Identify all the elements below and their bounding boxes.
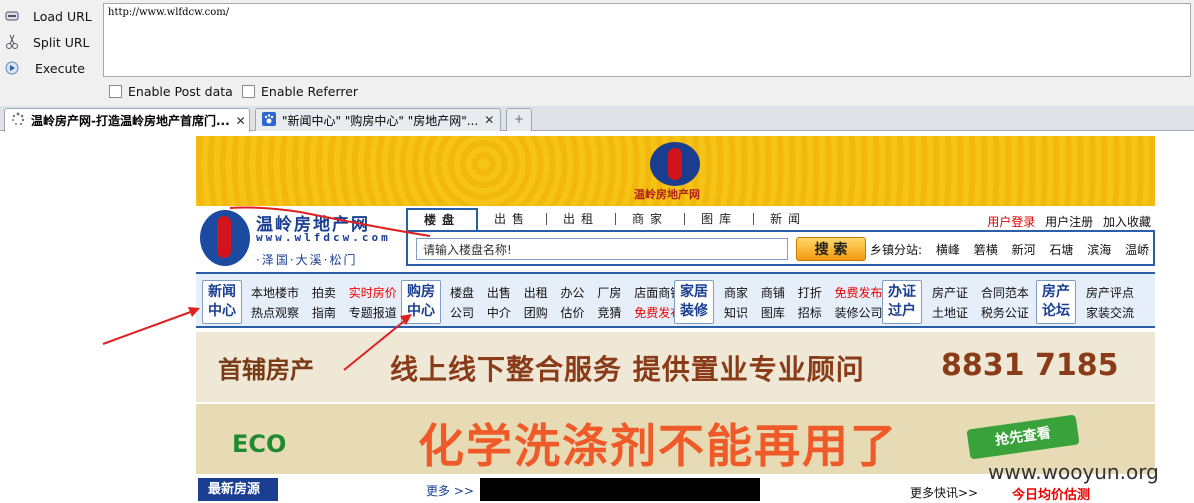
annotation-arrow [102, 309, 197, 345]
watermark: www.wooyun.org [988, 460, 1159, 484]
annotation-overlay [102, 206, 431, 371]
annotation-underline [229, 206, 431, 237]
annotation-arrow [343, 317, 409, 371]
